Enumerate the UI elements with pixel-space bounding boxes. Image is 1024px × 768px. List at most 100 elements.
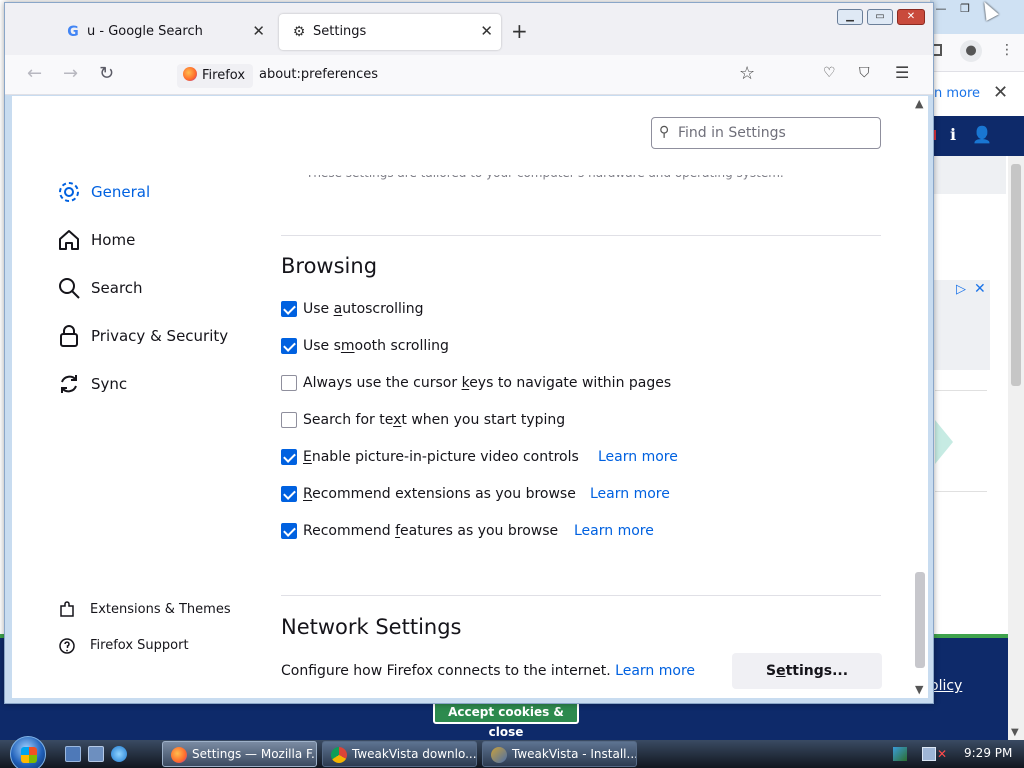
checkbox-checked[interactable] [281,523,297,539]
taskbar-button[interactable]: TweakVista - Install... [482,741,637,767]
taskbar-button-label: TweakVista - Install... [512,747,637,761]
back-icon[interactable]: ← [27,63,42,84]
performance-hint-text: These settings are tailored to your comp… [306,166,784,180]
network-settings-button[interactable]: Settings... [732,653,882,689]
kebab-menu-icon[interactable]: ⋮ [1000,42,1014,58]
taskbar-clock[interactable]: 9:29 PM [964,746,1012,760]
checkbox-checked[interactable] [281,301,297,317]
start-button[interactable] [10,736,46,768]
identity-box[interactable]: Firefox [177,64,254,88]
checkbox-unchecked[interactable] [281,412,297,428]
adchoices-icon[interactable]: ▷ [956,282,966,297]
close-tab-icon[interactable]: ✕ [480,22,493,40]
option-label-post: nable picture-in-picture video controls [311,449,579,465]
reload-icon[interactable]: ↻ [99,63,114,84]
checkbox-checked[interactable] [281,338,297,354]
taskbar-button-label: TweakVista downlo... [352,747,477,761]
learn-more-link[interactable]: Learn more [590,486,670,502]
button-text-post: ttings... [785,663,849,679]
option-label-pre: Use [303,301,334,317]
learn-more-link[interactable]: Learn more [574,523,654,539]
settings-scrollbar-thumb[interactable] [915,572,925,668]
sidebar-item-label: Privacy & Security [91,327,229,345]
ad-close-icon[interactable]: ✕ [974,281,986,297]
sidebar-item-label: Search [91,279,143,297]
checkbox-checked[interactable] [281,449,297,465]
checkbox-unchecked[interactable] [281,375,297,391]
tab-title: Settings [313,24,367,39]
option-label[interactable]: Enable picture-in-picture video controls [303,449,579,465]
ublock-shield-icon[interactable]: ⛉ [859,65,870,81]
sync-icon [61,375,77,393]
scroll-down-icon[interactable]: ▼ [1011,727,1019,738]
maximize-button[interactable]: ▭ [867,9,893,25]
taskbar-button[interactable]: TweakVista downlo... [322,741,477,767]
scroll-down-icon[interactable]: ▼ [915,683,923,696]
user-icon[interactable]: 👤 [972,125,992,144]
url-text[interactable]: about:preferences [259,67,378,82]
learn-more-link[interactable]: Learn more [598,449,678,465]
sidebar-item-label: General [91,183,151,201]
background-ad-block: ▷ ✕ [930,280,990,370]
bookmark-star-icon[interactable]: ☆ [739,63,755,84]
url-bar[interactable]: Firefox about:preferences ☆ [173,61,773,91]
network-icon[interactable] [922,747,936,761]
button-access-key: e [776,663,786,679]
option-label[interactable]: Use autoscrolling [303,301,424,317]
button-text-pre: S [765,663,777,679]
option-label[interactable]: Search for text when you start typing [303,412,565,428]
close-window-button[interactable]: ✕ [897,9,925,25]
info-icon[interactable]: i [950,125,956,144]
volume-muted-icon[interactable]: ✕ [937,747,951,761]
background-scrollbar[interactable]: ▼ [1008,156,1024,740]
search-icon [59,278,80,299]
background-restore-button[interactable]: ❐ [954,2,976,18]
taskbar-button-label: Settings — Mozilla F... [192,747,317,761]
tab-title: u - Google Search [87,24,203,39]
close-icon[interactable]: ✕ [993,82,1008,103]
installer-icon [491,747,507,763]
network-learn-more-link[interactable]: Learn more [615,663,695,679]
show-desktop-icon[interactable] [65,746,81,762]
background-teal-shape [935,420,953,464]
tab-google-search[interactable]: G u - Google Search ✕ [53,14,273,50]
network-settings-heading: Network Settings [281,615,462,639]
lock-icon [60,325,78,347]
firefox-window: G u - Google Search ✕ ⚙ Settings ✕ + ▁ ▭… [4,2,934,704]
sidebar-foot-label: Firefox Support [90,638,189,653]
option-label[interactable]: Recommend features as you browse [303,523,558,539]
internet-explorer-icon[interactable] [111,746,127,762]
hamburger-menu-icon[interactable]: ☰ [895,63,909,82]
option-access-key: E [303,449,312,465]
background-scrollbar-thumb[interactable] [1011,164,1021,386]
option-label-pre: Always use the cursor [303,375,462,391]
settings-scrollbar[interactable]: ▲ ▼ [912,96,928,698]
taskbar-button[interactable]: Settings — Mozilla F... [162,741,317,767]
find-in-settings-input[interactable]: ⚲ Find in Settings [651,117,881,149]
policy-link[interactable]: olicy [930,678,962,694]
option-label[interactable]: Use smooth scrolling [303,338,449,354]
background-notice: n more ✕ [930,72,1024,116]
pocket-icon[interactable]: ♡ [823,65,836,81]
profile-icon[interactable]: ● [960,40,982,62]
help-icon [59,638,75,654]
background-learn-more-link[interactable]: n more [934,86,980,101]
option-label-post: eatures as you browse [400,523,559,539]
forward-icon[interactable]: → [63,63,78,84]
option-label[interactable]: Always use the cursor keys to navigate w… [303,375,671,391]
puzzle-icon [60,601,74,617]
tray-app-icon[interactable] [893,747,907,761]
option-label-pre: Recommend [303,523,396,539]
background-grey-block [930,156,1006,194]
option-label[interactable]: Recommend extensions as you browse [303,486,576,502]
switch-windows-icon[interactable] [88,746,104,762]
checkbox-checked[interactable] [281,486,297,502]
chrome-icon [331,747,347,763]
new-tab-button[interactable]: + [511,19,528,43]
tab-settings[interactable]: ⚙ Settings ✕ [279,14,501,50]
close-tab-icon[interactable]: ✕ [252,22,265,40]
minimize-button[interactable]: ▁ [837,9,863,25]
scroll-up-icon[interactable]: ▲ [915,97,923,110]
sidebar-item-label: Sync [91,375,128,393]
background-titlebar: — ❐ [930,0,1024,34]
